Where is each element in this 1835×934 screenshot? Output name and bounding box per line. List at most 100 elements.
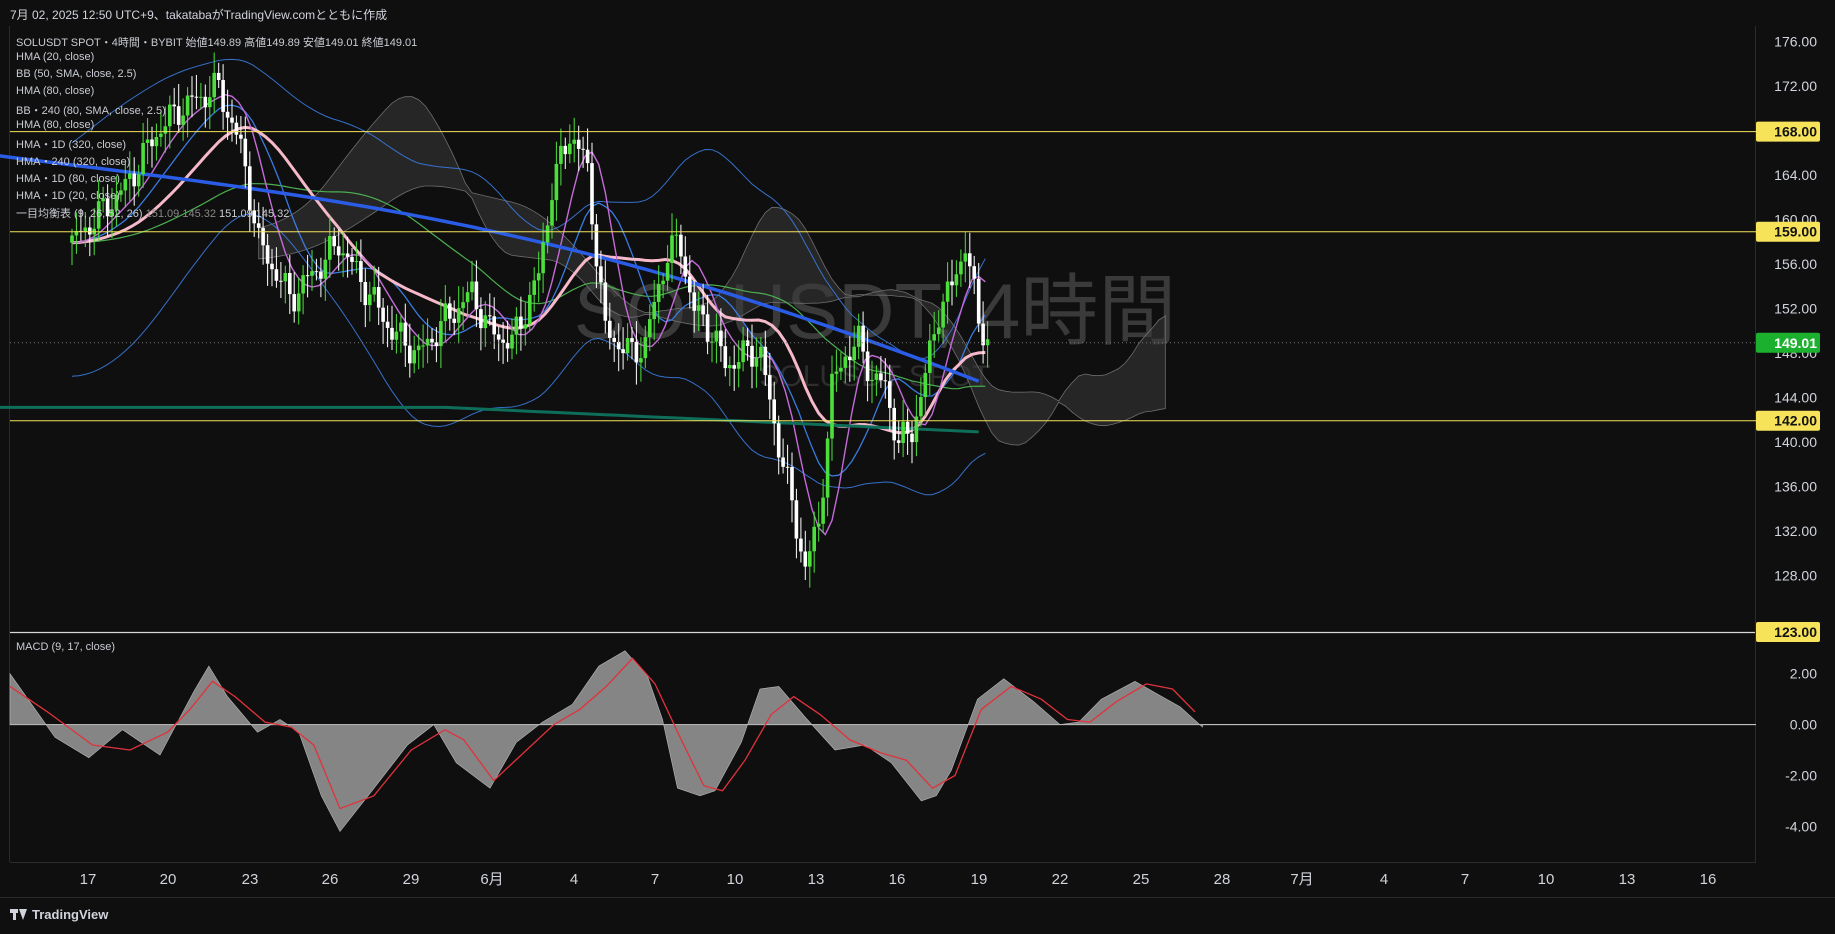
candle-body[interactable] xyxy=(639,358,643,363)
candle-body[interactable] xyxy=(368,294,372,306)
candle-body[interactable] xyxy=(830,373,834,439)
candle-body[interactable] xyxy=(181,115,185,125)
candle-body[interactable] xyxy=(479,309,483,329)
candle-body[interactable] xyxy=(248,166,252,211)
candle-body[interactable] xyxy=(648,319,652,338)
candle-body[interactable] xyxy=(705,314,710,342)
candle-body[interactable] xyxy=(861,325,865,352)
candle-body[interactable] xyxy=(621,349,625,354)
candle-body[interactable] xyxy=(456,308,461,323)
candle-body[interactable] xyxy=(256,223,261,228)
candle-body[interactable] xyxy=(941,301,945,328)
candle-body[interactable] xyxy=(470,281,474,293)
candle-body[interactable] xyxy=(576,139,581,149)
candle-body[interactable] xyxy=(279,280,283,282)
candle-body[interactable] xyxy=(728,365,732,369)
candle-body[interactable] xyxy=(488,315,492,317)
indicator-legend-line[interactable]: BB (50, SMA, close, 2.5) xyxy=(16,68,136,80)
candle-body[interactable] xyxy=(874,373,879,380)
candle-body[interactable] xyxy=(150,139,154,147)
candle-body[interactable] xyxy=(954,274,959,286)
candle-body[interactable] xyxy=(416,345,421,351)
candle-body[interactable] xyxy=(296,293,301,312)
candle-body[interactable] xyxy=(163,126,168,134)
candle-body[interactable] xyxy=(523,324,528,329)
candle-body[interactable] xyxy=(585,149,590,164)
candle-body[interactable] xyxy=(852,346,856,360)
candle-body[interactable] xyxy=(363,282,368,306)
candle-body[interactable] xyxy=(919,397,923,417)
tradingview-logo[interactable]: TradingView xyxy=(10,907,108,922)
candle-body[interactable] xyxy=(714,330,719,342)
candle-body[interactable] xyxy=(932,334,936,341)
candle-body[interactable] xyxy=(168,104,172,127)
candle-body[interactable] xyxy=(376,287,381,308)
candle-body[interactable] xyxy=(132,173,136,187)
candle-body[interactable] xyxy=(661,280,665,285)
candle-body[interactable] xyxy=(412,350,416,364)
candle-body[interactable] xyxy=(972,266,976,279)
candle-body[interactable] xyxy=(985,339,990,346)
candle-body[interactable] xyxy=(319,271,323,279)
candle-body[interactable] xyxy=(590,163,594,225)
candle-body[interactable] xyxy=(328,236,332,260)
candle-body[interactable] xyxy=(816,523,821,527)
candle-body[interactable] xyxy=(501,339,505,343)
candle-body[interactable] xyxy=(443,303,448,322)
candle-body[interactable] xyxy=(70,235,74,243)
candle-body[interactable] xyxy=(434,342,439,347)
candle-body[interactable] xyxy=(270,263,274,270)
candle-body[interactable] xyxy=(608,320,612,338)
candle-body[interactable] xyxy=(656,284,661,302)
candle-body[interactable] xyxy=(390,327,394,340)
candle-body[interactable] xyxy=(945,281,950,302)
candle-body[interactable] xyxy=(812,526,816,552)
candle-body[interactable] xyxy=(88,227,92,235)
indicator-legend-line[interactable]: HMA (80, close) xyxy=(16,119,94,131)
candle-body[interactable] xyxy=(288,273,292,295)
candle-body[interactable] xyxy=(559,145,563,164)
candle-body[interactable] xyxy=(465,292,470,303)
candle-body[interactable] xyxy=(643,337,648,359)
candle-body[interactable] xyxy=(483,315,488,329)
candle-body[interactable] xyxy=(776,423,781,458)
candle-body[interactable] xyxy=(519,316,523,329)
candle-body[interactable] xyxy=(799,538,803,552)
candle-body[interactable] xyxy=(674,234,679,236)
candle-body[interactable] xyxy=(794,500,799,539)
candle-body[interactable] xyxy=(865,351,870,382)
candle-body[interactable] xyxy=(496,334,501,340)
legend-ichimoku[interactable]: 一目均衡表 (9, 26, 52, 26) 151.09 145.32 151.… xyxy=(16,205,289,221)
candle-body[interactable] xyxy=(781,457,785,467)
candle-body[interactable] xyxy=(190,95,194,97)
candle-body[interactable] xyxy=(692,292,696,311)
candle-body[interactable] xyxy=(665,262,670,281)
candle-body[interactable] xyxy=(923,372,928,398)
indicator-legend-line[interactable]: HMA・1D (80, close) xyxy=(16,170,120,186)
candle-body[interactable] xyxy=(612,337,616,342)
candle-body[interactable] xyxy=(910,433,914,443)
candle-body[interactable] xyxy=(203,96,208,108)
candle-body[interactable] xyxy=(532,280,536,295)
candle-body[interactable] xyxy=(239,134,243,139)
candle-body[interactable] xyxy=(683,256,688,277)
indicator-legend-line[interactable]: HMA・1D (20, close) xyxy=(16,187,120,203)
candle-body[interactable] xyxy=(603,282,608,321)
candle-body[interactable] xyxy=(332,236,336,247)
candle-body[interactable] xyxy=(843,356,848,368)
candle-body[interactable] xyxy=(528,294,532,325)
candle-body[interactable] xyxy=(176,106,181,125)
candle-body[interactable] xyxy=(212,72,216,98)
candle-body[interactable] xyxy=(785,466,790,468)
candle-body[interactable] xyxy=(230,117,234,123)
candle-body[interactable] xyxy=(314,271,319,273)
indicator-legend-line[interactable]: HMA (20, close) xyxy=(16,51,94,63)
candle-body[interactable] xyxy=(310,271,314,276)
candle-body[interactable] xyxy=(403,322,408,346)
candle-body[interactable] xyxy=(768,375,772,400)
candle-body[interactable] xyxy=(821,497,825,524)
candle-body[interactable] xyxy=(261,227,265,246)
candle-body[interactable] xyxy=(750,345,754,367)
candle-body[interactable] xyxy=(510,334,514,349)
candle-body[interactable] xyxy=(461,302,465,309)
